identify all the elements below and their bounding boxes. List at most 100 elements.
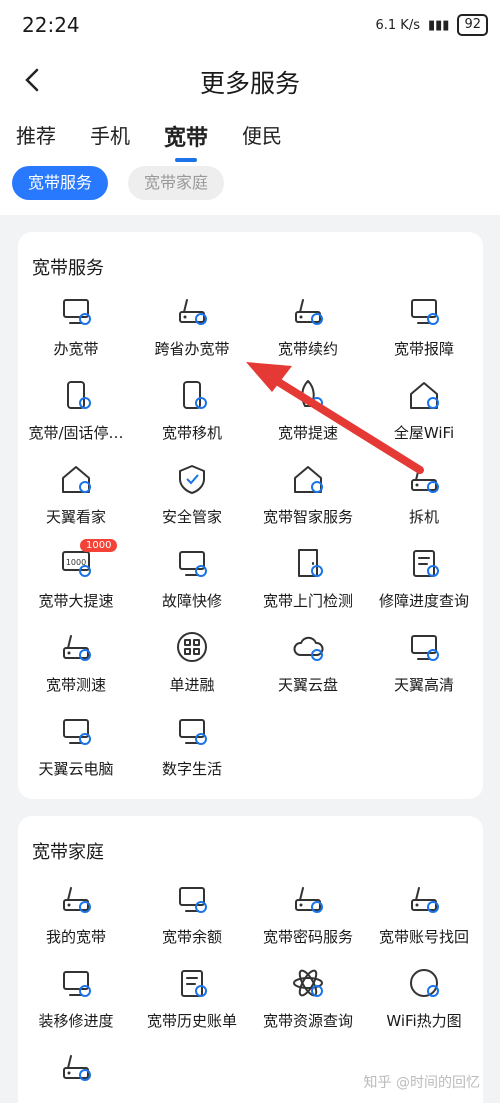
service-label: 跨省办宽带 bbox=[154, 340, 230, 358]
monitor-antenna-icon bbox=[18, 294, 134, 328]
service-label: 宽带续约 bbox=[277, 340, 338, 358]
tab-broadband[interactable]: 宽带 bbox=[164, 120, 208, 152]
service-item[interactable]: 宽带密码服务 bbox=[250, 882, 366, 947]
service-label: WiFi热力图 bbox=[386, 1012, 462, 1030]
service-label: 宽带/固话停… bbox=[28, 424, 124, 442]
home-eye-icon bbox=[18, 462, 134, 496]
broadband-home-card: 宽带家庭 我的宽带 宽带余额 宽带密码服务 宽带账号找回装移修进度 宽带历史账单 宽带资源… bbox=[18, 816, 483, 1103]
service-item[interactable]: 单进融 bbox=[134, 630, 250, 695]
section-title: 宽带家庭 bbox=[32, 842, 104, 863]
watermark: 知乎 @时间的回忆 bbox=[363, 1075, 480, 1091]
service-item[interactable]: 装移修进度 bbox=[18, 966, 134, 1031]
service-label: 宽带提速 bbox=[277, 424, 338, 442]
phone-wifi-icon bbox=[18, 378, 134, 412]
service-item[interactable]: 宽带余额 bbox=[134, 882, 250, 947]
router-yen-icon bbox=[250, 294, 366, 328]
phone-move-icon bbox=[134, 378, 250, 412]
monitor-yen-icon bbox=[134, 882, 250, 916]
service-item[interactable] bbox=[18, 1050, 134, 1094]
service-label: 装移修进度 bbox=[38, 1012, 114, 1030]
tab-convenience[interactable]: 便民 bbox=[242, 120, 282, 152]
battery-icon: 92 bbox=[457, 14, 488, 36]
service-label: 宽带资源查询 bbox=[262, 1012, 353, 1030]
rocket-icon bbox=[250, 378, 366, 412]
section-title: 宽带服务 bbox=[32, 258, 104, 279]
tab-bar: 推荐 手机 宽带 便民 bbox=[16, 120, 282, 152]
service-item[interactable]: 全屋WiFi bbox=[366, 378, 482, 443]
service-item[interactable]: 宽带账号找回 bbox=[366, 882, 482, 947]
service-label: 天翼云盘 bbox=[277, 676, 338, 694]
chip-row: 宽带服务 宽带家庭 bbox=[12, 166, 225, 200]
service-label: 宽带大提速 bbox=[38, 592, 114, 610]
router-plus-icon bbox=[134, 294, 250, 328]
service-item[interactable]: 故障快修 bbox=[134, 546, 250, 611]
service-label: 宽带测速 bbox=[45, 676, 106, 694]
service-label: 单进融 bbox=[169, 676, 215, 694]
service-item[interactable]: 办宽带 bbox=[18, 294, 134, 359]
service-label: 宽带余额 bbox=[161, 928, 222, 946]
router-check-icon bbox=[366, 882, 482, 916]
service-label: 全屋WiFi bbox=[393, 424, 455, 442]
chip-broadband-service[interactable]: 宽带服务 bbox=[12, 166, 109, 200]
service-item[interactable]: 跨省办宽带 bbox=[134, 294, 250, 359]
service-item[interactable]: 宽带移机 bbox=[134, 378, 250, 443]
service-label: 宽带报障 bbox=[393, 340, 454, 358]
service-item[interactable]: WiFi热力图 bbox=[366, 966, 482, 1031]
service-item[interactable]: 宽带上门检测 bbox=[250, 546, 366, 611]
monitor-alert-icon bbox=[366, 294, 482, 328]
service-item[interactable]: 安全管家 bbox=[134, 462, 250, 527]
service-item[interactable]: 宽带报障 bbox=[366, 294, 482, 359]
monitor-alert-icon bbox=[134, 546, 250, 580]
router-icon bbox=[18, 882, 134, 916]
router-gear-icon bbox=[366, 462, 482, 496]
service-item[interactable]: 宽带续约 bbox=[250, 294, 366, 359]
bill-icon bbox=[134, 966, 250, 1000]
service-item[interactable]: 天翼云电脑 bbox=[18, 714, 134, 779]
service-label: 天翼云电脑 bbox=[38, 760, 114, 778]
signal-icon: ▮▮▮ bbox=[427, 17, 450, 33]
tab-phone[interactable]: 手机 bbox=[90, 120, 130, 152]
chip-broadband-home[interactable]: 宽带家庭 bbox=[128, 166, 225, 200]
service-item[interactable]: 宽带智家服务 bbox=[250, 462, 366, 527]
status-bar: 22:24 6.1 K/s ▮▮▮ 92 bbox=[0, 0, 500, 50]
service-item[interactable]: 修障进度查询 bbox=[366, 546, 482, 611]
service-label: 宽带历史账单 bbox=[146, 1012, 237, 1030]
service-item[interactable]: 宽带/固话停… bbox=[18, 378, 134, 443]
service-label: 宽带智家服务 bbox=[262, 508, 353, 526]
service-label: 我的宽带 bbox=[45, 928, 106, 946]
wifi-gauge-icon bbox=[366, 966, 482, 1000]
tab-recommend[interactable]: 推荐 bbox=[16, 120, 56, 152]
grid-icon bbox=[134, 630, 250, 664]
service-label: 宽带上门检测 bbox=[262, 592, 353, 610]
service-label: 办宽带 bbox=[53, 340, 99, 358]
top-area: 22:24 6.1 K/s ▮▮▮ 92 更多服务 推荐 手机 宽带 便民 宽带… bbox=[0, 0, 500, 215]
service-item[interactable]: 1000 1000 宽带大提速 bbox=[18, 539, 134, 611]
status-time: 22:24 bbox=[22, 13, 80, 37]
status-icons: 6.1 K/s ▮▮▮ 92 bbox=[376, 14, 488, 36]
home-wifi-icon bbox=[366, 378, 482, 412]
service-label: 宽带密码服务 bbox=[262, 928, 353, 946]
service-item[interactable]: 我的宽带 bbox=[18, 882, 134, 947]
service-item[interactable]: 宽带资源查询 bbox=[250, 966, 366, 1031]
service-label: 故障快修 bbox=[161, 592, 222, 610]
tv-icon bbox=[366, 630, 482, 664]
service-item[interactable]: 宽带测速 bbox=[18, 630, 134, 695]
router-gauge-icon bbox=[18, 630, 134, 664]
clipboard-search-icon bbox=[366, 546, 482, 580]
router-dots-icon bbox=[250, 882, 366, 916]
service-item[interactable]: 宽带历史账单 bbox=[134, 966, 250, 1031]
service-label: 宽带移机 bbox=[161, 424, 222, 442]
router-gear-icon bbox=[18, 1050, 134, 1084]
service-item[interactable]: 天翼高清 bbox=[366, 630, 482, 695]
service-item[interactable]: 拆机 bbox=[366, 462, 482, 527]
atom-icon bbox=[250, 966, 366, 1000]
service-item[interactable]: 宽带提速 bbox=[250, 378, 366, 443]
tv-x-icon bbox=[134, 714, 250, 748]
service-label: 宽带账号找回 bbox=[378, 928, 469, 946]
service-label: 安全管家 bbox=[161, 508, 222, 526]
service-item[interactable]: 数字生活 bbox=[134, 714, 250, 779]
service-item[interactable]: 天翼看家 bbox=[18, 462, 134, 527]
shield-check-icon bbox=[134, 462, 250, 496]
service-item[interactable]: 天翼云盘 bbox=[250, 630, 366, 695]
broadband-service-card: 宽带服务 办宽带 跨省办宽带 宽带续约 宽带报障宽带/固话停… 宽带移机 宽带提速 全屋Wi… bbox=[18, 232, 483, 799]
